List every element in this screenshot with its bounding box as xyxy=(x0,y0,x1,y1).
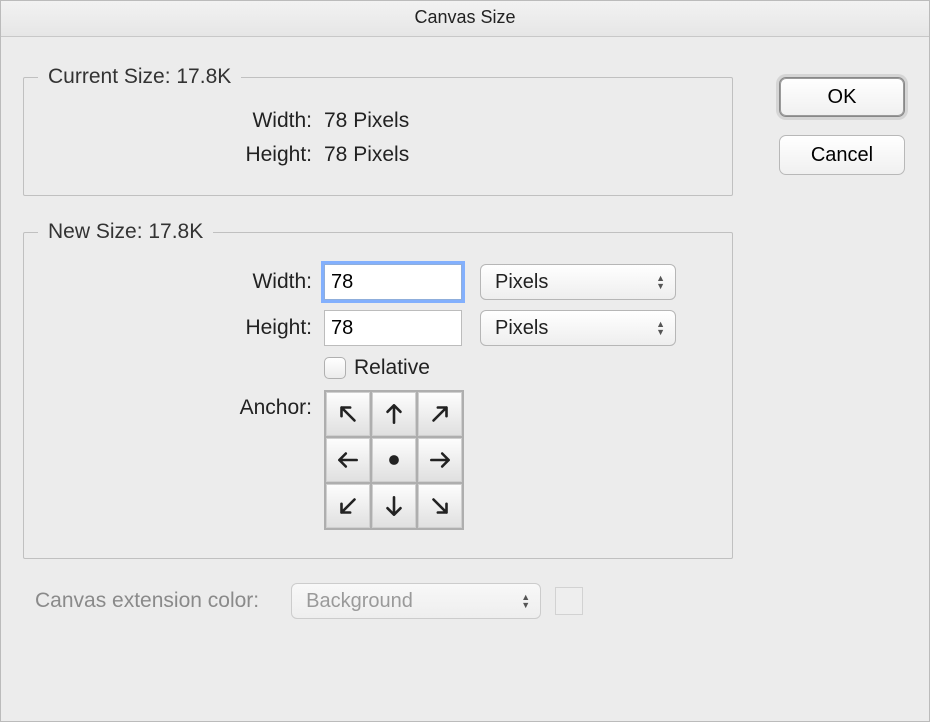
select-arrows-icon: ▲▼ xyxy=(521,593,530,609)
select-arrows-icon: ▲▼ xyxy=(656,320,665,336)
dialog-buttons: OK Cancel xyxy=(779,77,905,175)
new-width-input[interactable] xyxy=(324,264,462,300)
new-height-unit-select[interactable]: Pixels ▲▼ xyxy=(480,310,676,346)
select-arrows-icon: ▲▼ xyxy=(656,274,665,290)
anchor-se[interactable] xyxy=(418,484,462,528)
cancel-button[interactable]: Cancel xyxy=(779,135,905,175)
current-width-value: 78 Pixels xyxy=(324,109,409,133)
current-size-group: Current Size: 17.8K Width: 78 Pixels Hei… xyxy=(23,65,733,196)
anchor-label: Anchor: xyxy=(46,390,324,420)
extension-color-value: Background xyxy=(306,590,413,613)
current-height-label: Height: xyxy=(46,143,324,167)
ok-button[interactable]: OK xyxy=(779,77,905,117)
new-width-label: Width: xyxy=(46,270,324,294)
extension-color-row: Canvas extension color: Background ▲▼ xyxy=(23,583,909,619)
extension-color-label: Canvas extension color: xyxy=(23,589,273,613)
current-size-legend: Current Size: 17.8K xyxy=(38,65,241,89)
anchor-e[interactable] xyxy=(418,438,462,482)
anchor-ne[interactable] xyxy=(418,392,462,436)
anchor-n[interactable] xyxy=(372,392,416,436)
anchor-nw[interactable] xyxy=(326,392,370,436)
current-height-value: 78 Pixels xyxy=(324,143,409,167)
extension-color-swatch xyxy=(555,587,583,615)
anchor-grid xyxy=(324,390,464,530)
current-width-label: Width: xyxy=(46,109,324,133)
relative-checkbox[interactable] xyxy=(324,357,346,379)
dialog-content: OK Cancel Current Size: 17.8K Width: 78 … xyxy=(1,37,929,635)
relative-label: Relative xyxy=(354,356,430,380)
new-size-group: New Size: 17.8K Width: Pixels ▲▼ Height: xyxy=(23,220,733,559)
new-width-unit-value: Pixels xyxy=(495,271,548,294)
new-height-input[interactable] xyxy=(324,310,462,346)
new-size-legend: New Size: 17.8K xyxy=(38,220,213,244)
anchor-sw[interactable] xyxy=(326,484,370,528)
new-width-unit-select[interactable]: Pixels ▲▼ xyxy=(480,264,676,300)
anchor-s[interactable] xyxy=(372,484,416,528)
new-height-unit-value: Pixels xyxy=(495,317,548,340)
anchor-center[interactable] xyxy=(372,438,416,482)
canvas-size-dialog: Canvas Size OK Cancel Current Size: 17.8… xyxy=(0,0,930,722)
anchor-w[interactable] xyxy=(326,438,370,482)
dialog-title: Canvas Size xyxy=(1,1,929,37)
extension-color-select: Background ▲▼ xyxy=(291,583,541,619)
new-height-label: Height: xyxy=(46,316,324,340)
